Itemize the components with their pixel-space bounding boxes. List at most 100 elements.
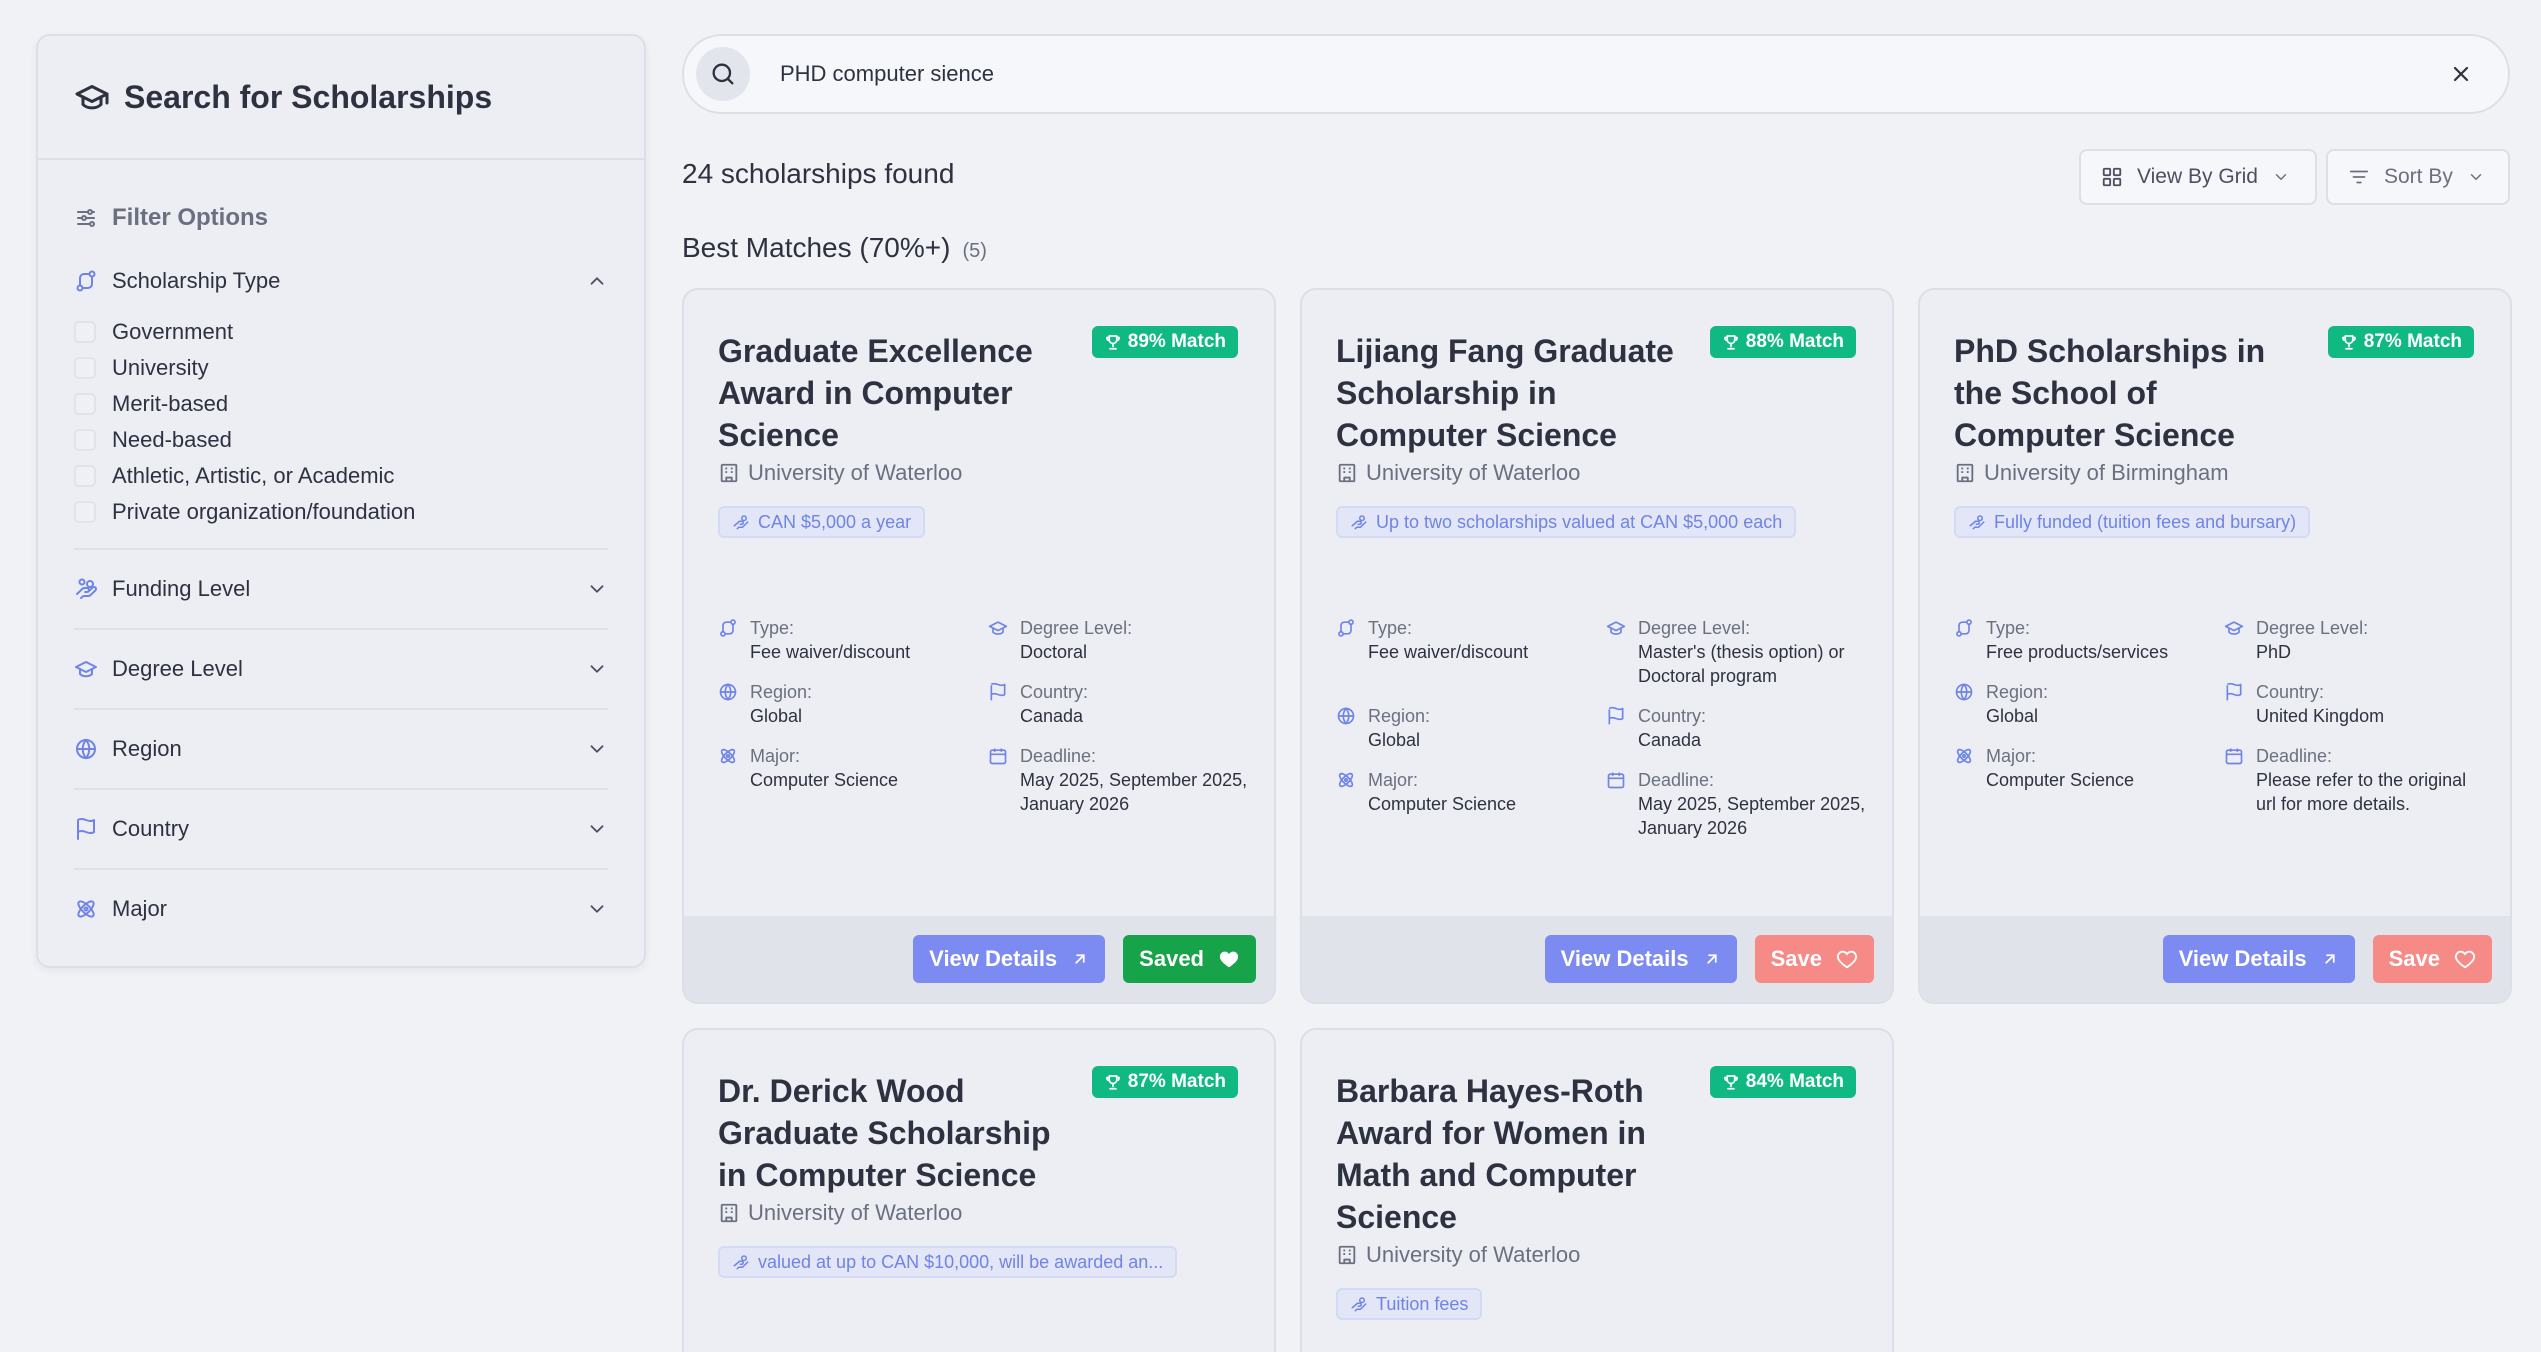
- filter-toggle-degree-level[interactable]: Degree Level: [74, 630, 608, 708]
- detail-deadline: Deadline: May 2025, September 2025, Janua…: [1606, 768, 1876, 840]
- funding-tag: valued at up to CAN $10,000, will be awa…: [718, 1246, 1178, 1278]
- option-label: University: [112, 355, 209, 380]
- filter-label: Country: [112, 816, 190, 841]
- sidebar-header: Search for Scholarships: [38, 36, 644, 160]
- filter-section-funding-level: Funding Level: [74, 550, 608, 630]
- option-merit-based[interactable]: Merit-based: [74, 386, 608, 422]
- filter-section-scholarship-type: Scholarship Type Government University M…: [74, 250, 608, 550]
- chevron-down-icon[interactable]: [586, 818, 608, 840]
- checkbox[interactable]: [74, 357, 96, 379]
- checkbox[interactable]: [74, 321, 96, 343]
- view-details-button[interactable]: View Details: [1544, 935, 1737, 983]
- search-button[interactable]: [696, 47, 750, 101]
- route-icon: [718, 618, 738, 664]
- filter-toggle-region[interactable]: Region: [74, 710, 608, 788]
- funding-text: Fully funded (tuition fees and bursary): [1994, 511, 2297, 532]
- hand-coins-icon: [1968, 513, 1986, 531]
- detail-key: Major:: [750, 746, 801, 766]
- hand-coins-icon: [1350, 1295, 1368, 1313]
- match-badge: 89% Match: [1091, 326, 1238, 358]
- detail-country: Country: Canada: [1606, 704, 1876, 752]
- detail-value: Global: [750, 706, 803, 726]
- view-details-button[interactable]: View Details: [2162, 935, 2355, 983]
- sliders-icon: [74, 206, 98, 230]
- match-badge: 88% Match: [1709, 326, 1856, 358]
- detail-region: Region: Global: [1954, 680, 2224, 728]
- filter-lines-icon: [2348, 166, 2370, 188]
- graduation-cap-icon: [74, 657, 98, 681]
- search-input[interactable]: [780, 61, 2436, 87]
- funding-text: valued at up to CAN $10,000, will be awa…: [758, 1251, 1164, 1272]
- chevron-down-icon[interactable]: [586, 578, 608, 600]
- filter-toggle-country[interactable]: Country: [74, 790, 608, 868]
- chevron-down-icon: [2272, 168, 2290, 186]
- detail-key: Major:: [1986, 746, 2037, 766]
- checkbox[interactable]: [74, 501, 96, 523]
- heart-icon: [2454, 948, 2476, 970]
- detail-region: Region: Global: [1336, 704, 1606, 752]
- chevron-down-icon[interactable]: [586, 898, 608, 920]
- detail-degree: Degree Level: PhD: [2224, 616, 2494, 664]
- detail-key: Type:: [1368, 618, 1413, 638]
- saved-button[interactable]: Saved: [1123, 935, 1256, 983]
- flag-icon: [74, 817, 98, 841]
- trophy-icon: [1722, 1073, 1740, 1091]
- hand-coins-icon: [74, 577, 98, 601]
- trophy-icon: [1722, 333, 1740, 351]
- filter-label: Scholarship Type: [112, 268, 281, 293]
- detail-value: United Kingdom: [2256, 706, 2385, 726]
- checkbox[interactable]: [74, 429, 96, 451]
- view-details-button[interactable]: View Details: [913, 935, 1106, 983]
- match-text: 89% Match: [1127, 331, 1226, 352]
- heart-icon: [1836, 948, 1858, 970]
- graduation-cap-icon: [1606, 618, 1626, 688]
- option-government[interactable]: Government: [74, 314, 608, 350]
- detail-value: Canada: [1020, 706, 1084, 726]
- flag-icon: [1606, 706, 1626, 752]
- detail-major: Major: Computer Science: [1336, 768, 1606, 840]
- results-count: 24 scholarships found: [682, 158, 955, 189]
- best-matches-heading: Best Matches (70%+) (5): [682, 232, 987, 264]
- building-icon: [1954, 462, 1976, 484]
- atom-icon: [1336, 770, 1356, 840]
- detail-type: Type: Free products/services: [1954, 616, 2224, 664]
- globe-icon: [1954, 682, 1974, 728]
- institution-name: University of Waterloo: [748, 1200, 963, 1225]
- graduation-cap-icon: [2224, 618, 2244, 664]
- funding-tag: Up to two scholarships valued at CAN $5,…: [1336, 506, 1797, 538]
- detail-value: Global: [1986, 706, 2039, 726]
- match-badge: 84% Match: [1709, 1066, 1856, 1098]
- option-athletic-artistic-academic[interactable]: Athletic, Artistic, or Academic: [74, 458, 608, 494]
- save-button[interactable]: Save: [1754, 935, 1874, 983]
- option-private-organization[interactable]: Private organization/foundation: [74, 494, 608, 530]
- filter-toggle-funding-level[interactable]: Funding Level: [74, 550, 608, 628]
- flag-icon: [988, 682, 1008, 728]
- calendar-icon: [988, 746, 1008, 816]
- best-matches-title: Best Matches (70%+): [682, 232, 951, 263]
- detail-value: Global: [1368, 730, 1421, 750]
- detail-key: Degree Level:: [2256, 618, 2369, 638]
- option-need-based[interactable]: Need-based: [74, 422, 608, 458]
- trophy-icon: [1104, 1073, 1122, 1091]
- card-title: Lijiang Fang Graduate Scholarship in Com…: [1336, 333, 1674, 453]
- chevron-down-icon[interactable]: [586, 738, 608, 760]
- flag-icon: [2224, 682, 2244, 728]
- checkbox[interactable]: [74, 465, 96, 487]
- sort-by-button[interactable]: Sort By: [2326, 149, 2510, 205]
- filter-toggle-scholarship-type[interactable]: Scholarship Type: [74, 250, 608, 312]
- button-label: Saved: [1139, 946, 1204, 971]
- chevron-down-icon[interactable]: [586, 658, 608, 680]
- calendar-icon: [1606, 770, 1626, 840]
- clear-search-button[interactable]: [2436, 49, 2486, 99]
- chevron-up-icon[interactable]: [586, 270, 608, 292]
- filter-toggle-major[interactable]: Major: [74, 870, 608, 948]
- save-button[interactable]: Save: [2372, 935, 2492, 983]
- match-badge: 87% Match: [1091, 1066, 1238, 1098]
- option-university[interactable]: University: [74, 350, 608, 386]
- button-label: View Details: [929, 946, 1058, 971]
- view-by-grid-button[interactable]: View By Grid: [2079, 149, 2317, 205]
- close-icon: [2449, 62, 2473, 86]
- detail-key: Type:: [1986, 618, 2031, 638]
- detail-key: Type:: [750, 618, 795, 638]
- checkbox[interactable]: [74, 393, 96, 415]
